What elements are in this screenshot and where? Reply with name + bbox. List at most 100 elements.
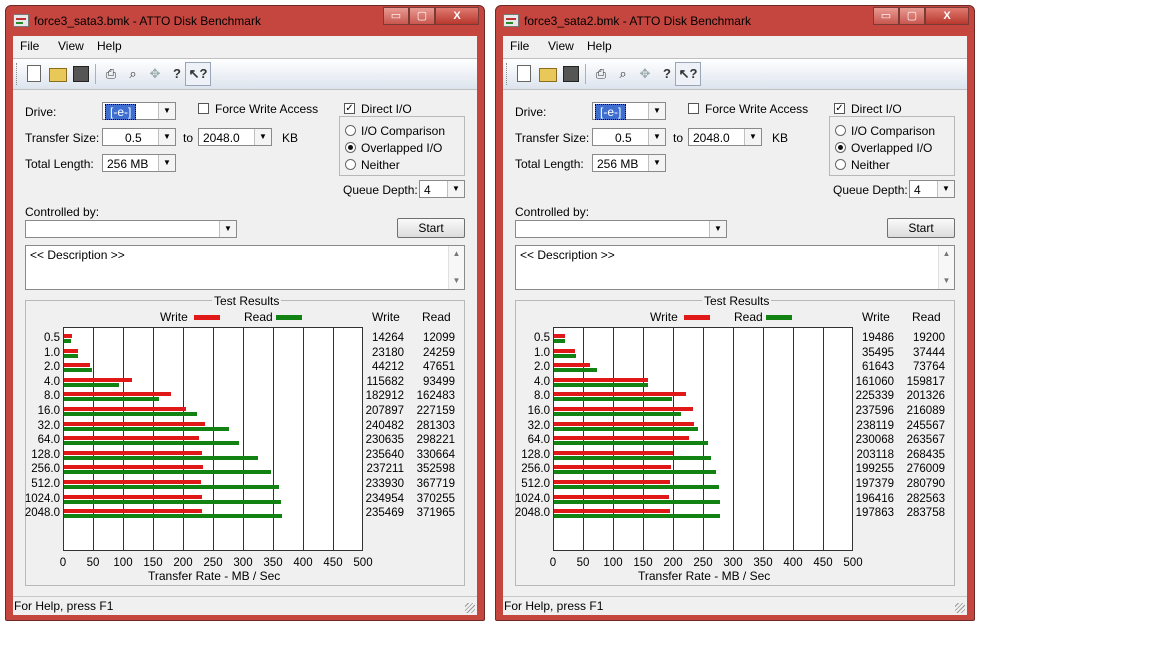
neither-radio[interactable] [345,159,356,170]
transfer-to-select[interactable]: 2048.0 ▼ [688,128,762,146]
test-results-title: Test Results [212,294,282,308]
drive-label: Drive: [515,105,547,119]
atto-app-icon[interactable] [503,14,519,27]
save-icon[interactable] [563,66,579,82]
force-write-checkbox[interactable] [688,103,699,114]
open-icon[interactable] [539,68,557,82]
window-title: force3_sata2.bmk - ATTO Disk Benchmark [524,14,751,28]
minimize-button[interactable]: ▭ [873,7,899,25]
overlapped-io-radio[interactable] [835,142,846,153]
scroll-up-icon[interactable]: ▲ [449,247,464,261]
resize-grip[interactable] [465,603,475,613]
drive-select[interactable]: [-e-] ▼ [102,102,176,120]
print-preview-icon[interactable]: ⌕ [613,64,633,84]
overlapped-io-radio[interactable] [345,142,356,153]
transfer-to-select[interactable]: 2048.0 ▼ [198,128,272,146]
description-box[interactable]: << Description >> ▲ ▼ [25,245,465,290]
chevron-down-icon[interactable]: ▼ [158,129,175,145]
new-icon[interactable] [27,65,41,82]
help-icon[interactable]: ? [167,64,187,84]
read-bar [64,426,229,431]
menu-bar: File View Help [503,36,967,56]
chevron-down-icon[interactable]: ▼ [158,155,175,171]
save-icon[interactable] [73,66,89,82]
write-value: 182912 [365,390,404,403]
gridline [303,328,304,550]
close-button[interactable]: X [435,7,479,25]
new-icon[interactable] [517,65,531,82]
total-length-select[interactable]: 256 MB ▼ [102,154,176,172]
scroll-down-icon[interactable]: ▼ [449,274,464,288]
print-icon[interactable]: ⎙ [591,64,611,84]
chevron-down-icon[interactable]: ▼ [158,103,175,119]
controlled-by-select[interactable]: ▼ [515,220,727,238]
chevron-down-icon[interactable]: ▼ [219,221,236,237]
drive-select[interactable]: [-e-] ▼ [592,102,666,120]
close-button[interactable]: X [925,7,969,25]
menu-view[interactable]: View [548,39,574,53]
title-bar[interactable]: force3_sata2.bmk - ATTO Disk Benchmark ▭… [496,6,974,36]
start-button[interactable]: Start [397,218,465,238]
context-help-icon[interactable]: ↖? [678,64,698,84]
minimize-button[interactable]: ▭ [383,7,409,25]
description-scrollbar[interactable]: ▲ ▼ [448,246,464,289]
menu-help[interactable]: Help [97,39,122,53]
neither-radio[interactable] [835,159,846,170]
status-text: For Help, press F1 [14,599,114,613]
client-area: File View Help ⎙ ⌕ ✥ ? ↖? Drive: [-e-] ▼… [13,36,477,615]
menu-help[interactable]: Help [587,39,612,53]
write-bar [554,465,671,470]
resize-grip[interactable] [955,603,965,613]
write-bar [554,334,566,338]
toolbar-grip[interactable] [506,63,510,85]
menu-bar: File View Help [13,36,477,56]
transfer-from-select[interactable]: 0.5 ▼ [102,128,176,146]
title-bar[interactable]: force3_sata3.bmk - ATTO Disk Benchmark ▭… [6,6,484,36]
help-icon[interactable]: ? [657,64,677,84]
x-tick-label: 200 [663,557,683,569]
queue-depth-select[interactable]: 4 ▼ [909,180,955,198]
io-comparison-radio[interactable] [835,125,846,136]
io-comparison-radio[interactable] [345,125,356,136]
atto-app-icon[interactable] [13,14,29,27]
description-box[interactable]: << Description >> ▲ ▼ [515,245,955,290]
maximize-button[interactable]: ▢ [409,7,435,25]
menu-view[interactable]: View [58,39,84,53]
chevron-down-icon[interactable]: ▼ [648,103,665,119]
chevron-down-icon[interactable]: ▼ [709,221,726,237]
scroll-down-icon[interactable]: ▼ [939,274,954,288]
print-preview-icon[interactable]: ⌕ [123,64,143,84]
chevron-down-icon[interactable]: ▼ [648,129,665,145]
write-bar [64,392,172,397]
menu-file[interactable]: File [510,39,529,53]
print-icon[interactable]: ⎙ [101,64,121,84]
force-write-checkbox[interactable] [198,103,209,114]
chevron-down-icon[interactable]: ▼ [744,129,761,145]
test-results-panel: Test Results Write Read Write Read 0.5 19… [515,294,955,586]
write-value: 235469 [365,507,404,520]
toolbar-grip[interactable] [16,63,20,85]
transfer-from-select[interactable]: 0.5 ▼ [592,128,666,146]
x-axis-title: Transfer Rate - MB / Sec [638,569,771,583]
maximize-button[interactable]: ▢ [899,7,925,25]
menu-file[interactable]: File [20,39,39,53]
chevron-down-icon[interactable]: ▼ [648,155,665,171]
open-icon[interactable] [49,68,67,82]
chevron-down-icon[interactable]: ▼ [937,181,954,197]
context-help-icon[interactable]: ↖? [188,64,208,84]
controlled-by-select[interactable]: ▼ [25,220,237,238]
move-icon[interactable]: ✥ [145,64,165,84]
write-bar [64,509,202,514]
direct-io-checkbox[interactable]: ✓ [834,103,845,114]
total-length-select[interactable]: 256 MB ▼ [592,154,666,172]
chevron-down-icon[interactable]: ▼ [447,181,464,197]
chevron-down-icon[interactable]: ▼ [254,129,271,145]
x-tick-label: 450 [813,557,833,569]
description-scrollbar[interactable]: ▲ ▼ [938,246,954,289]
start-button[interactable]: Start [887,218,955,238]
move-icon[interactable]: ✥ [635,64,655,84]
direct-io-checkbox[interactable]: ✓ [344,103,355,114]
read-bar [64,397,160,402]
scroll-up-icon[interactable]: ▲ [939,247,954,261]
queue-depth-select[interactable]: 4 ▼ [419,180,465,198]
